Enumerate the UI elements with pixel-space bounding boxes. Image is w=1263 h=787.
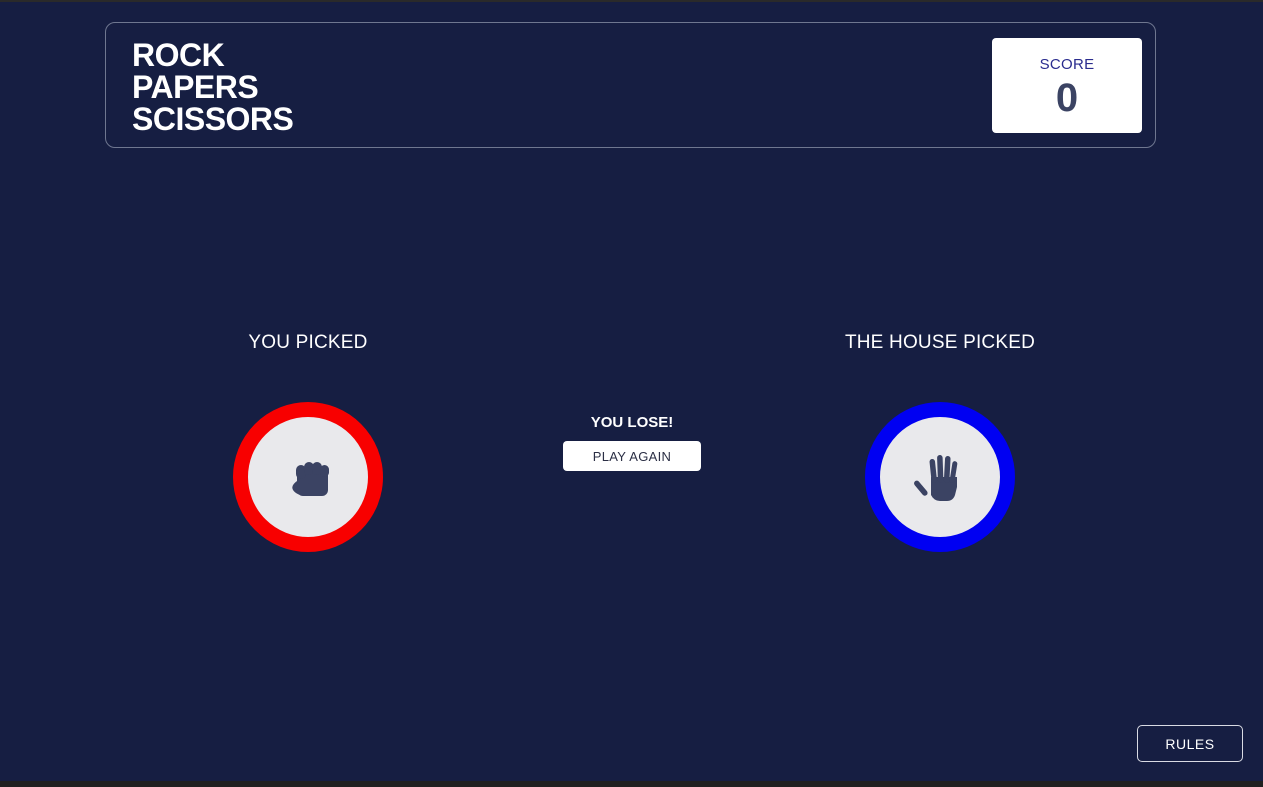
- title-line-papers: PAPERS: [132, 69, 259, 105]
- result-text: YOU LOSE!: [590, 414, 674, 431]
- house-picked-label: THE HOUSE PICKED: [844, 332, 1036, 353]
- scoreboard-header: ROCK PAPERS SCISSORS SCORE 0: [105, 22, 1156, 148]
- play-again-button[interactable]: PLAY AGAIN: [563, 441, 701, 471]
- game-title: ROCK PAPERS SCISSORS: [132, 37, 294, 137]
- title-line-scissors: SCISSORS: [132, 101, 294, 137]
- window-top-edge: [0, 0, 1263, 2]
- house-choice-token: [865, 402, 1015, 552]
- score-value: 0: [1055, 76, 1079, 120]
- paper-hand-icon: [914, 454, 958, 501]
- you-picked-label: YOU PICKED: [248, 332, 368, 353]
- title-line-rock: ROCK: [132, 37, 225, 73]
- score-box: SCORE 0: [992, 38, 1142, 133]
- rules-button[interactable]: RULES: [1137, 725, 1243, 762]
- rock-fist-icon: [292, 462, 329, 496]
- score-label: SCORE: [1039, 56, 1095, 73]
- window-bottom-edge: [0, 781, 1263, 787]
- player-choice-token: [233, 402, 383, 552]
